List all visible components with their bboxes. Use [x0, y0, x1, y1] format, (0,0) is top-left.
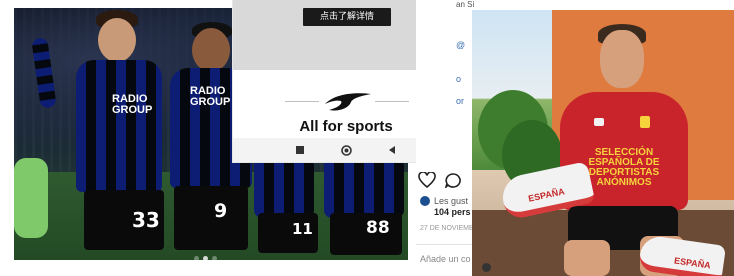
jersey-sponsor: RADIO GROUP	[112, 93, 153, 116]
likes-text: Les gust	[434, 196, 469, 206]
shirt-brand-logo	[594, 118, 604, 126]
leg	[564, 240, 610, 276]
instagram-post-panel: an Siro Stadio @ o or Les gust 104 pers …	[416, 0, 474, 276]
joma-logo	[325, 93, 371, 111]
carousel-dot	[203, 256, 208, 260]
heart-icon[interactable]	[418, 172, 436, 188]
caption-snippet: o	[456, 74, 462, 84]
divider-right	[375, 101, 409, 102]
likes-count: 104 pers	[434, 207, 471, 217]
location-text: an Siro Stadio	[456, 0, 474, 9]
jersey-sponsor: RADIO GROUP	[190, 85, 231, 108]
player-head	[98, 18, 136, 62]
circle-nav-icon[interactable]	[341, 145, 352, 156]
user-tag-icon[interactable]	[482, 263, 491, 272]
liker-avatar	[420, 196, 430, 206]
jersey-number: 9	[214, 200, 228, 222]
square-nav-icon[interactable]	[295, 145, 305, 155]
learn-more-button[interactable]: 点击了解详情	[303, 8, 391, 26]
jersey-number: 33	[132, 208, 160, 232]
divider-left	[285, 101, 319, 102]
caption-snippet: or	[456, 96, 465, 106]
player-shorts	[174, 186, 248, 250]
opponent-player	[14, 158, 48, 238]
jersey-number: 11	[292, 220, 313, 238]
comment-icon[interactable]	[444, 172, 462, 188]
player-jersey	[324, 158, 404, 218]
player-head	[192, 28, 230, 72]
caption-snippet: @	[456, 40, 466, 50]
back-nav-icon[interactable]	[387, 145, 397, 155]
player-jersey	[76, 60, 162, 192]
man-face	[600, 30, 644, 88]
divider	[416, 244, 474, 245]
post-date: 27 DE NOVIEMB	[420, 225, 474, 232]
carousel-dots	[194, 248, 221, 260]
carousel-dot	[212, 256, 217, 260]
athlete-photo: SELECCIÓN ESPAÑOLA DE DEPORTISTAS ANÓNIM…	[472, 10, 734, 276]
comment-field[interactable]: Añade un co	[420, 254, 471, 264]
player-jersey	[254, 158, 314, 218]
carousel-dot	[194, 256, 199, 260]
jersey-number: 88	[366, 218, 390, 238]
shirt-crest	[640, 116, 650, 128]
